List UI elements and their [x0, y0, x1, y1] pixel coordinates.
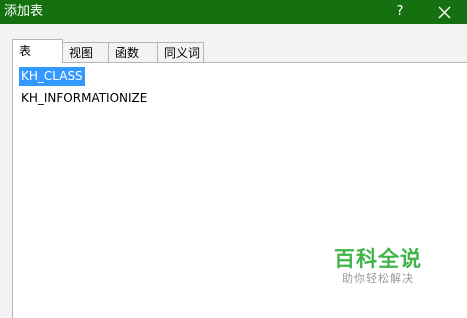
title-bar: 添加表 ?	[0, 0, 467, 24]
tab-views[interactable]: 视图	[62, 42, 109, 62]
help-button[interactable]: ?	[385, 0, 415, 24]
close-button[interactable]	[430, 0, 460, 24]
list-item[interactable]: KH_INFORMATIONIZE	[19, 89, 149, 108]
list-item[interactable]: KH_CLASS	[19, 67, 85, 86]
dialog-content: 表 视图 函数 同义词 KH_CLASS KH_INFORMATIONIZE 百…	[0, 24, 467, 318]
watermark-title: 百科全说	[334, 247, 422, 271]
close-icon	[438, 6, 451, 19]
tab-synonyms[interactable]: 同义词	[157, 42, 204, 62]
window-title: 添加表	[4, 4, 44, 19]
watermark-subtitle: 助你轻松解决	[342, 272, 414, 285]
tab-tables[interactable]: 表	[12, 39, 63, 63]
tab-functions[interactable]: 函数	[108, 42, 158, 62]
watermark-logo: 百科全说 助你轻松解决	[328, 246, 428, 286]
